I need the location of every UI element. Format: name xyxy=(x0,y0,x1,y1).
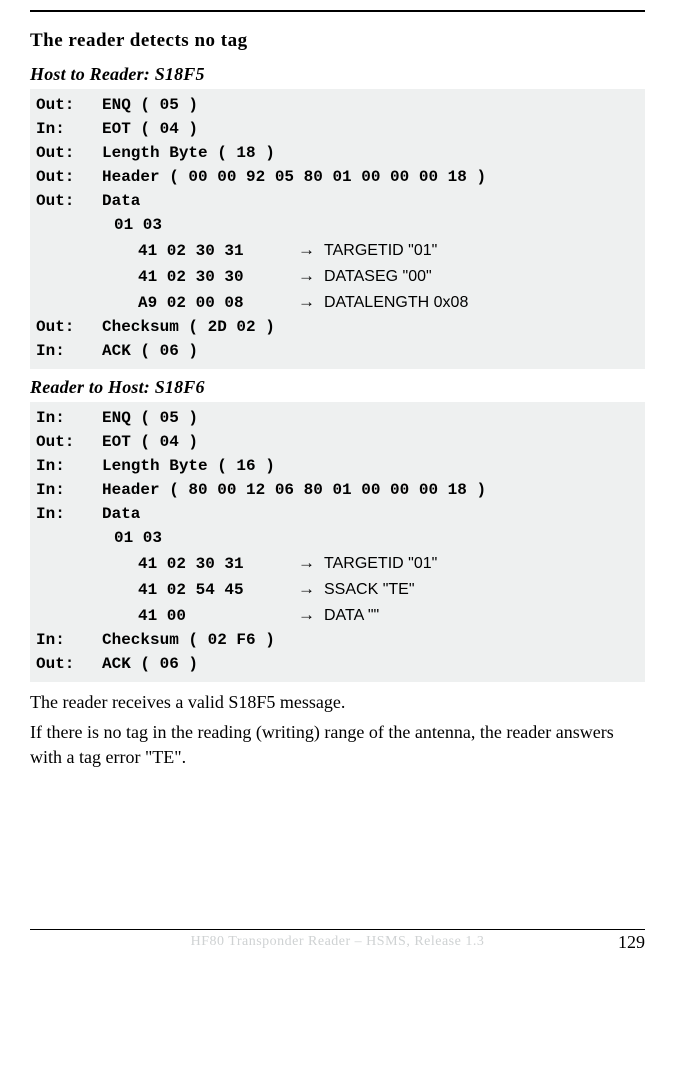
code-row: In: ACK ( 06 ) xyxy=(36,339,639,363)
direction-label: Out: xyxy=(36,144,102,162)
direction-label: Out: xyxy=(36,96,102,114)
direction-label: Out: xyxy=(36,318,102,336)
code-row: In: EOT ( 04 ) xyxy=(36,117,639,141)
data-subrow: A9 02 00 08 → DATALENGTH 0x08 xyxy=(36,289,639,315)
page: The reader detects no tag Host to Reader… xyxy=(0,10,675,960)
data-hex: 41 02 30 30 xyxy=(138,268,298,286)
data-desc: DATALENGTH 0x08 xyxy=(324,294,468,312)
direction-label: Out: xyxy=(36,433,102,451)
data-desc: SSACK "TE" xyxy=(324,581,415,599)
code-text: EOT ( 04 ) xyxy=(102,433,198,451)
code-row: Out: Checksum ( 2D 02 ) xyxy=(36,315,639,339)
data-hex: A9 02 00 08 xyxy=(138,294,298,312)
direction-label: Out: xyxy=(36,192,102,210)
data-hex: 41 02 54 45 xyxy=(138,581,298,599)
paragraph: The reader receives a valid S18F5 messag… xyxy=(30,690,645,714)
page-title: The reader detects no tag xyxy=(30,30,645,52)
arrow-icon: → xyxy=(298,605,324,625)
arrow-icon: → xyxy=(298,240,324,260)
data-subrow: 41 02 30 31 → TARGETID "01" xyxy=(36,550,639,576)
paragraph: If there is no tag in the reading (writi… xyxy=(30,720,645,769)
direction-label: Out: xyxy=(36,655,102,673)
code-text: Header ( 80 00 12 06 80 01 00 00 00 18 ) xyxy=(102,481,486,499)
direction-label: In: xyxy=(36,120,102,138)
data-subrow: 01 03 xyxy=(36,213,639,237)
data-hex: 41 00 xyxy=(138,607,298,625)
code-text: Data xyxy=(102,505,140,523)
data-subrow: 41 02 30 30 → DATASEG "00" xyxy=(36,263,639,289)
direction-label: In: xyxy=(36,505,102,523)
code-text: Checksum ( 02 F6 ) xyxy=(102,631,275,649)
code-text: Length Byte ( 16 ) xyxy=(102,457,275,475)
code-row: Out: ENQ ( 05 ) xyxy=(36,93,639,117)
code-text: Checksum ( 2D 02 ) xyxy=(102,318,275,336)
top-rule xyxy=(30,10,645,12)
data-desc: TARGETID "01" xyxy=(324,242,437,260)
data-subrow: 41 00 → DATA "" xyxy=(36,602,639,628)
code-text: ACK ( 06 ) xyxy=(102,655,198,673)
arrow-icon: → xyxy=(298,292,324,312)
code-text: Data xyxy=(102,192,140,210)
data-subrow: 41 02 54 45 → SSACK "TE" xyxy=(36,576,639,602)
data-hex: 01 03 xyxy=(114,216,162,234)
direction-label: In: xyxy=(36,342,102,360)
code-text: Header ( 00 00 92 05 80 01 00 00 00 18 ) xyxy=(102,168,486,186)
footer-center-text: HF80 Transponder Reader – HSMS, Release … xyxy=(30,934,645,950)
section1-code: Out: ENQ ( 05 ) In: EOT ( 04 ) Out: Leng… xyxy=(30,89,645,369)
arrow-icon: → xyxy=(298,553,324,573)
footer: HF80 Transponder Reader – HSMS, Release … xyxy=(30,929,645,960)
section2-heading: Reader to Host: S18F6 xyxy=(30,377,645,398)
section2-code: In: ENQ ( 05 ) Out: EOT ( 04 ) In: Lengt… xyxy=(30,402,645,682)
code-row: Out: Header ( 00 00 92 05 80 01 00 00 00… xyxy=(36,165,639,189)
direction-label: In: xyxy=(36,631,102,649)
direction-label: In: xyxy=(36,481,102,499)
code-row: In: Checksum ( 02 F6 ) xyxy=(36,628,639,652)
code-row: In: Header ( 80 00 12 06 80 01 00 00 00 … xyxy=(36,478,639,502)
code-text: ACK ( 06 ) xyxy=(102,342,198,360)
direction-label: Out: xyxy=(36,168,102,186)
arrow-icon: → xyxy=(298,266,324,286)
code-row: Out: Data xyxy=(36,189,639,213)
data-hex: 41 02 30 31 xyxy=(138,555,298,573)
code-text: EOT ( 04 ) xyxy=(102,120,198,138)
section1-heading: Host to Reader: S18F5 xyxy=(30,64,645,85)
data-subrow: 01 03 xyxy=(36,526,639,550)
code-row: Out: Length Byte ( 18 ) xyxy=(36,141,639,165)
page-number: 129 xyxy=(618,932,645,953)
code-row: Out: EOT ( 04 ) xyxy=(36,430,639,454)
direction-label: In: xyxy=(36,457,102,475)
code-row: Out: ACK ( 06 ) xyxy=(36,652,639,676)
data-hex: 01 03 xyxy=(114,529,162,547)
code-text: ENQ ( 05 ) xyxy=(102,96,198,114)
data-desc: TARGETID "01" xyxy=(324,555,437,573)
code-text: Length Byte ( 18 ) xyxy=(102,144,275,162)
code-row: In: Data xyxy=(36,502,639,526)
arrow-icon: → xyxy=(298,579,324,599)
data-desc: DATASEG "00" xyxy=(324,268,432,286)
data-desc: DATA "" xyxy=(324,607,379,625)
code-row: In: ENQ ( 05 ) xyxy=(36,406,639,430)
data-hex: 41 02 30 31 xyxy=(138,242,298,260)
code-text: ENQ ( 05 ) xyxy=(102,409,198,427)
data-subrow: 41 02 30 31 → TARGETID "01" xyxy=(36,237,639,263)
direction-label: In: xyxy=(36,409,102,427)
code-row: In: Length Byte ( 16 ) xyxy=(36,454,639,478)
